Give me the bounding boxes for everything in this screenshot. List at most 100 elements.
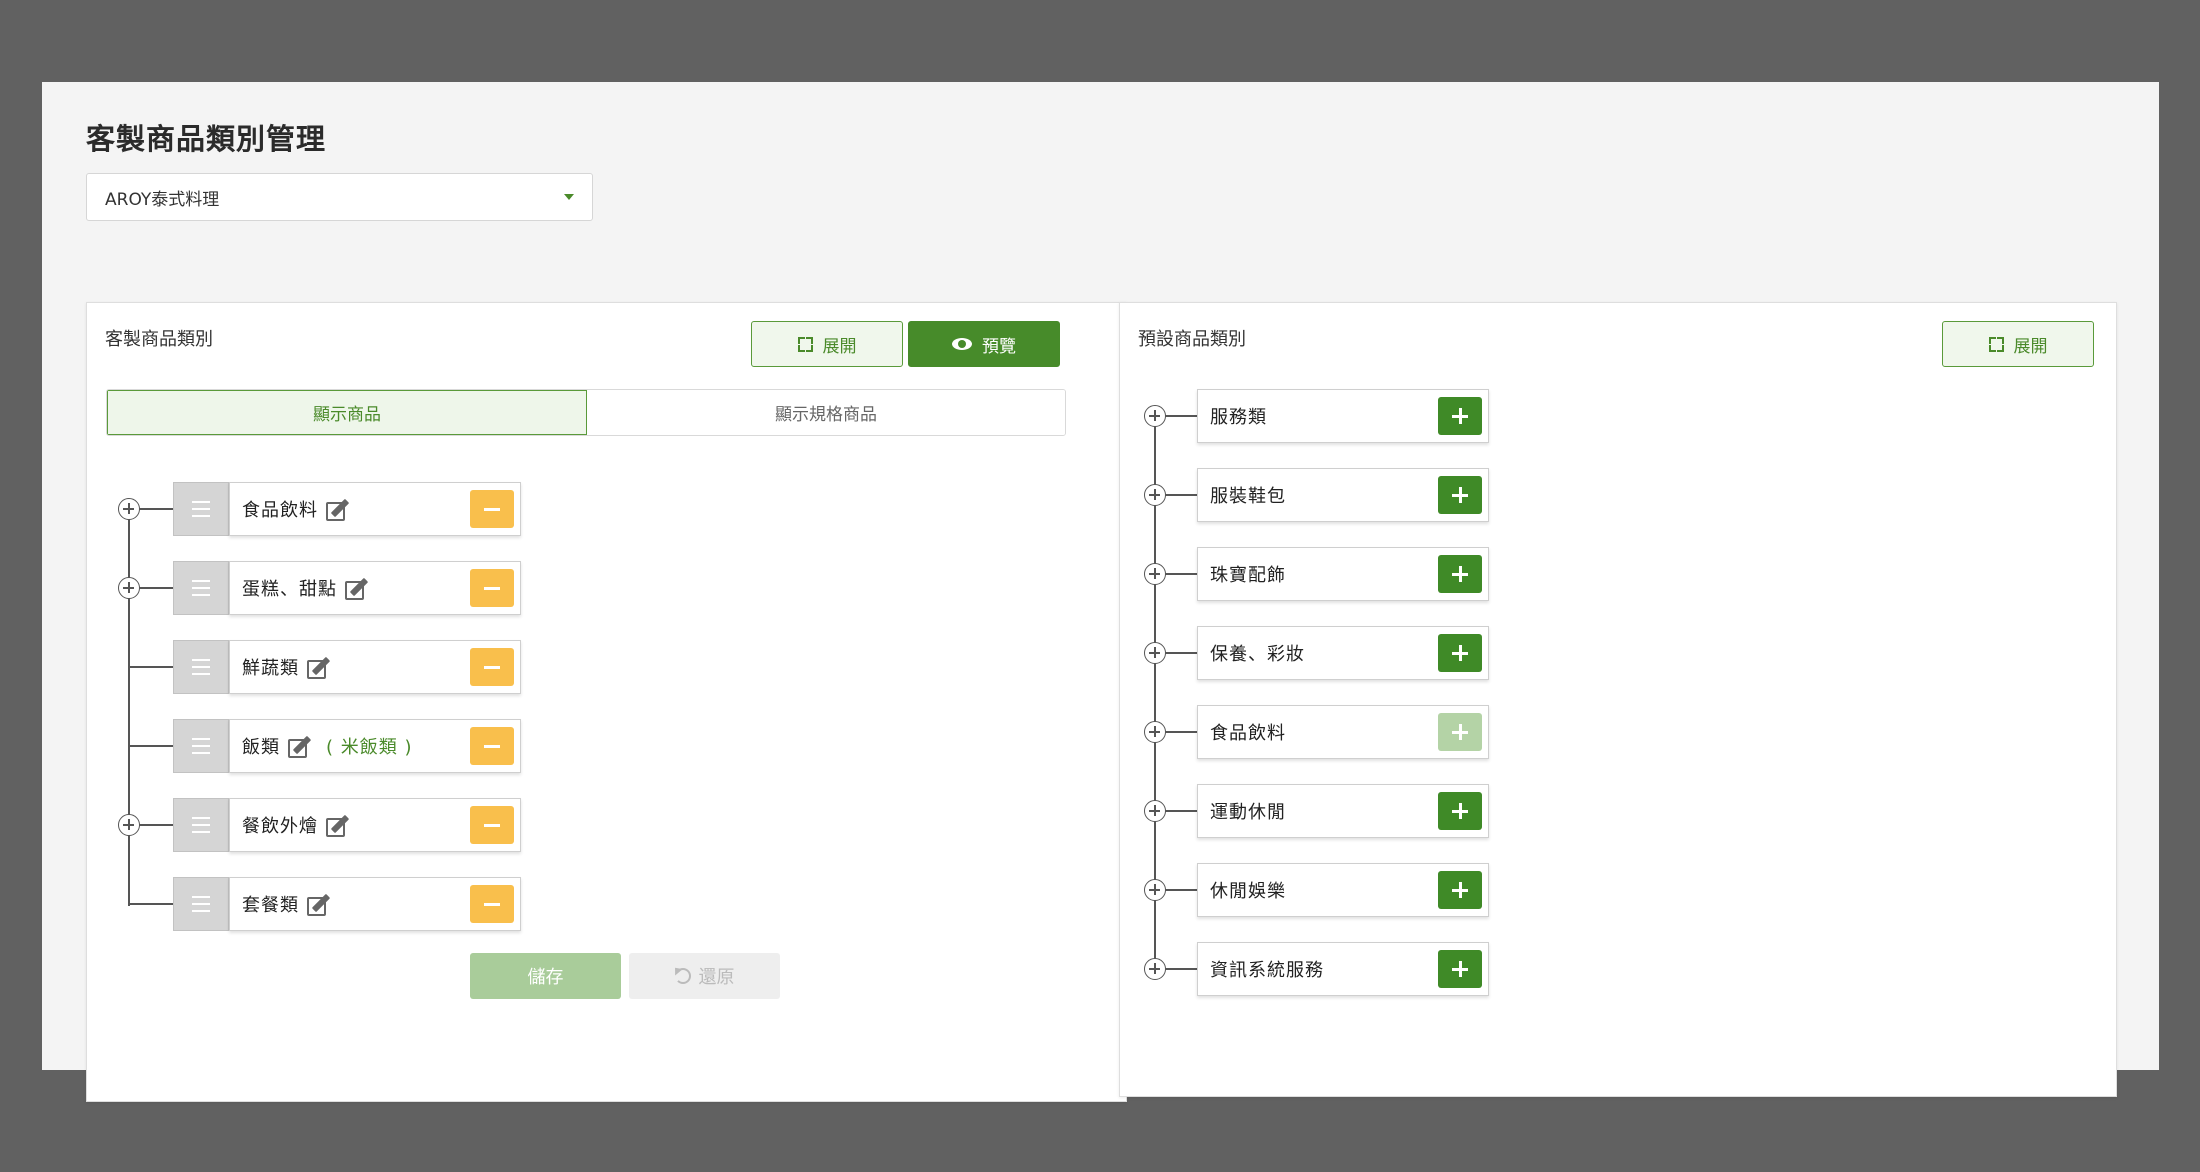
tree-node: 保養、彩妝 [1197, 626, 1489, 680]
edit-icon[interactable] [288, 734, 314, 758]
node-sub-label: ( 米飯類 ) [326, 737, 413, 758]
tree-node: 餐飲外燴 [173, 798, 521, 852]
expand-node-icon[interactable] [1144, 484, 1166, 506]
edit-icon[interactable] [326, 813, 352, 837]
tree-node: 資訊系統服務 [1197, 942, 1489, 996]
expand-node-icon[interactable] [1144, 405, 1166, 427]
tree-node: 食品飲料 [1197, 705, 1489, 759]
tree-node: 套餐類 [173, 877, 521, 931]
expand-node-icon[interactable] [1144, 958, 1166, 980]
add-button[interactable] [1438, 634, 1482, 672]
expand-node-icon[interactable] [1144, 800, 1166, 822]
expand-node-icon[interactable] [118, 577, 140, 599]
expand-node-icon[interactable] [1144, 563, 1166, 585]
drag-handle-icon[interactable] [173, 640, 229, 694]
remove-button[interactable] [470, 885, 514, 923]
expand-icon [1988, 336, 2004, 352]
node-box: 珠寶配飾 [1197, 547, 1489, 601]
drag-handle-icon[interactable] [173, 561, 229, 615]
page-title: 客製商品類別管理 [86, 122, 327, 156]
add-button[interactable] [1438, 476, 1482, 514]
caret-down-icon [564, 194, 574, 200]
tree-node: 鮮蔬類 [173, 640, 521, 694]
add-button[interactable] [1438, 397, 1482, 435]
tree-node: 飯類 ( 米飯類 ) [173, 719, 521, 773]
node-box: 服裝鞋包 [1197, 468, 1489, 522]
drag-handle-icon[interactable] [173, 798, 229, 852]
tree-line [128, 509, 130, 906]
node-box: 休閒娛樂 [1197, 863, 1489, 917]
tree-branch [128, 666, 173, 668]
add-button[interactable] [1438, 792, 1482, 830]
drag-handle-icon[interactable] [173, 482, 229, 536]
store-select[interactable]: AROY泰式料理 [86, 173, 593, 221]
remove-button[interactable] [470, 648, 514, 686]
expand-node-icon[interactable] [118, 814, 140, 836]
drag-handle-icon[interactable] [173, 877, 229, 931]
remove-button[interactable] [470, 727, 514, 765]
tree-branch [128, 903, 173, 905]
default-category-panel: 預設商品類別 展開 服務類 服裝鞋包 珠寶配飾 保養、彩妝 食品飲料 運動休閒 … [1119, 302, 2117, 1097]
remove-button[interactable] [470, 490, 514, 528]
expand-icon [797, 336, 813, 352]
node-label: 服務類 [1210, 407, 1267, 428]
panel-heading: 預設商品類別 [1138, 329, 1246, 350]
node-box: 食品飲料 [1197, 705, 1489, 759]
tree-node: 珠寶配飾 [1197, 547, 1489, 601]
custom-category-panel: 客製商品類別 展開 預覽 顯示商品 顯示規格商品 食品飲料 蛋糕、甜點 鮮蔬類 … [86, 302, 1127, 1102]
add-button[interactable] [1438, 871, 1482, 909]
edit-icon[interactable] [307, 655, 333, 679]
add-button-disabled [1438, 713, 1482, 751]
preview-button[interactable]: 預覽 [908, 321, 1060, 367]
tree-node: 運動休閒 [1197, 784, 1489, 838]
node-label: 飯類 [242, 737, 280, 758]
restore-button[interactable]: 還原 [629, 953, 780, 999]
tab-show-products[interactable]: 顯示商品 [107, 390, 587, 435]
node-box: 服務類 [1197, 389, 1489, 443]
eye-icon [952, 338, 972, 350]
restore-button-label: 還原 [698, 967, 735, 988]
expand-button-label: 展開 [822, 336, 857, 357]
node-box: 套餐類 [229, 877, 521, 931]
undo-icon [674, 968, 691, 984]
add-button[interactable] [1438, 950, 1482, 988]
tree-node: 蛋糕、甜點 [173, 561, 521, 615]
tree-branch [128, 745, 173, 747]
display-toggle: 顯示商品 顯示規格商品 [106, 389, 1066, 436]
node-box: 餐飲外燴 [229, 798, 521, 852]
node-box: 鮮蔬類 [229, 640, 521, 694]
node-label: 餐飲外燴 [242, 816, 318, 837]
node-label: 食品飲料 [1210, 723, 1286, 744]
drag-handle-icon[interactable] [173, 719, 229, 773]
node-box: 蛋糕、甜點 [229, 561, 521, 615]
node-label: 蛋糕、甜點 [242, 579, 337, 600]
preview-button-label: 預覽 [982, 336, 1016, 357]
node-label: 食品飲料 [242, 500, 318, 521]
edit-icon[interactable] [345, 576, 371, 600]
expand-node-icon[interactable] [118, 498, 140, 520]
expand-button[interactable]: 展開 [751, 321, 903, 367]
add-button[interactable] [1438, 555, 1482, 593]
tree-node: 服務類 [1197, 389, 1489, 443]
expand-node-icon[interactable] [1144, 879, 1166, 901]
node-box: 保養、彩妝 [1197, 626, 1489, 680]
edit-icon[interactable] [307, 892, 333, 916]
node-label: 套餐類 [242, 895, 299, 916]
tree-node: 食品飲料 [173, 482, 521, 536]
remove-button[interactable] [470, 806, 514, 844]
edit-icon[interactable] [326, 497, 352, 521]
expand-node-icon[interactable] [1144, 721, 1166, 743]
remove-button[interactable] [470, 569, 514, 607]
expand-node-icon[interactable] [1144, 642, 1166, 664]
node-label: 資訊系統服務 [1210, 960, 1324, 981]
node-label: 運動休閒 [1210, 802, 1286, 823]
node-label: 鮮蔬類 [242, 658, 299, 679]
tree-node: 休閒娛樂 [1197, 863, 1489, 917]
panel-heading: 客製商品類別 [105, 329, 213, 350]
tab-show-spec-products[interactable]: 顯示規格商品 [587, 390, 1065, 435]
node-label: 珠寶配飾 [1210, 565, 1286, 586]
expand-button[interactable]: 展開 [1942, 321, 2094, 367]
node-label: 服裝鞋包 [1210, 486, 1286, 507]
save-button[interactable]: 儲存 [470, 953, 621, 999]
node-box: 飯類 ( 米飯類 ) [229, 719, 521, 773]
